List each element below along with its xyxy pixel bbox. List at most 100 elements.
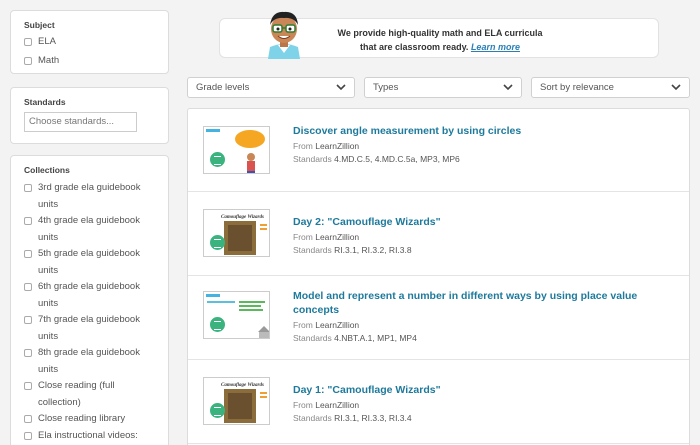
collection-label: Close reading (full collection) xyxy=(38,380,115,408)
banner-line-1: We provide high-quality math and ELA cur… xyxy=(337,28,543,38)
standards-title: Standards xyxy=(24,97,66,107)
banner-line-2: that are classroom ready. Learn more xyxy=(327,40,553,54)
result-thumbnail[interactable] xyxy=(203,291,270,339)
banner-line-2-text: that are classroom ready. xyxy=(360,42,469,52)
from-value: LearnZillion xyxy=(315,400,360,410)
standards-label: Standards xyxy=(293,413,332,423)
result-title[interactable]: Day 1: "Camouflage Wizards" xyxy=(293,383,673,397)
thumb-heading: Camouflage Wizards xyxy=(221,383,264,388)
subject-title: Subject xyxy=(24,20,55,30)
collections-filter-panel: Collections 3rd grade ela guidebook unit… xyxy=(10,155,169,445)
subject-option-ela[interactable]: ELA xyxy=(24,34,155,51)
checkbox[interactable] xyxy=(24,217,32,225)
collection-label: 6th grade ela guidebook units xyxy=(38,281,140,309)
result-thumbnail[interactable]: Camouflage Wizards xyxy=(203,209,270,257)
collection-item[interactable]: 6th grade ela guidebook units xyxy=(24,279,155,312)
from-value: LearnZillion xyxy=(315,141,360,151)
standards-value: 4.MD.C.5, 4.MD.C.5a, MP3, MP6 xyxy=(334,154,460,164)
standards-label: Standards xyxy=(293,333,332,343)
result-source: From LearnZillion xyxy=(293,231,359,243)
result-thumbnail[interactable] xyxy=(203,126,270,174)
result-standards: Standards 4.MD.C.5, 4.MD.C.5a, MP3, MP6 xyxy=(293,153,460,165)
checkbox[interactable] xyxy=(24,431,32,440)
sort-dropdown[interactable]: Sort by relevance xyxy=(531,77,690,98)
lesson-preview-image: Camouflage Wizards xyxy=(221,383,267,423)
standards-filter-panel: Standards Choose standards... xyxy=(10,87,169,144)
dropdown-label: Types xyxy=(373,82,399,93)
checkbox-label: ELA xyxy=(38,36,56,47)
collection-label: Ela instructional videos: writealong and… xyxy=(38,429,138,441)
collection-label: 5th grade ela guidebook units xyxy=(38,248,140,276)
lesson-preview-image: Camouflage Wizards xyxy=(221,215,267,255)
checkbox-label: Math xyxy=(38,54,60,66)
result-thumbnail[interactable]: Camouflage Wizards xyxy=(203,377,270,425)
result-item[interactable]: Discover angle measurement by using circ… xyxy=(188,109,689,192)
chevron-down-icon xyxy=(671,84,681,91)
collection-label: Close reading library xyxy=(38,413,126,424)
checkbox[interactable] xyxy=(24,415,32,423)
collection-label: 8th grade ela guidebook units xyxy=(38,347,140,375)
result-item[interactable]: Camouflage Wizards Day 1: "Camouflage Wi… xyxy=(188,361,689,444)
subject-filter-panel: Subject ELA Math xyxy=(10,10,169,74)
collection-label: 7th grade ela guidebook units xyxy=(38,314,140,342)
standards-value: RI.3.1, RI.3.2, RI.3.8 xyxy=(334,245,412,255)
checkbox[interactable] xyxy=(24,38,32,46)
collection-item[interactable]: Close reading (full collection) xyxy=(24,378,155,411)
lesson-preview-image xyxy=(206,129,265,173)
checkbox[interactable] xyxy=(24,56,32,65)
standards-value: 4.NBT.A.1, MP1, MP4 xyxy=(334,333,417,343)
checkbox[interactable] xyxy=(24,250,32,258)
result-standards: Standards 4.NBT.A.1, MP1, MP4 xyxy=(293,332,417,344)
result-item[interactable]: Camouflage Wizards Day 2: "Camouflage Wi… xyxy=(188,193,689,276)
from-label: From xyxy=(293,232,313,242)
result-source: From LearnZillion xyxy=(293,319,359,331)
checkbox[interactable] xyxy=(24,184,32,192)
collection-label: 4th grade ela guidebook units xyxy=(38,215,140,243)
lesson-badge-icon xyxy=(210,403,225,418)
dropdown-label: Grade levels xyxy=(196,82,250,93)
from-value: LearnZillion xyxy=(315,320,360,330)
collection-item[interactable]: Ela instructional videos: writealong and… xyxy=(24,428,155,445)
standards-value: RI.3.1, RI.3.3, RI.3.4 xyxy=(334,413,412,423)
collection-item[interactable]: 4th grade ela guidebook units xyxy=(24,213,155,246)
lesson-preview-image xyxy=(206,294,269,338)
types-dropdown[interactable]: Types xyxy=(364,77,522,98)
standards-input[interactable]: Choose standards... xyxy=(24,112,137,132)
collection-item[interactable]: 5th grade ela guidebook units xyxy=(24,246,155,279)
chevron-down-icon xyxy=(503,84,513,91)
result-item[interactable]: Model and represent a number in differen… xyxy=(188,277,689,360)
collection-item[interactable]: 7th grade ela guidebook units xyxy=(24,312,155,345)
result-title[interactable]: Model and represent a number in differen… xyxy=(293,289,673,317)
from-label: From xyxy=(293,400,313,410)
checkbox[interactable] xyxy=(24,283,32,291)
standards-label: Standards xyxy=(293,154,332,164)
collection-label: 3rd grade ela guidebook units xyxy=(38,182,141,210)
collection-item[interactable]: 8th grade ela guidebook units xyxy=(24,345,155,378)
from-label: From xyxy=(293,141,313,151)
checkbox[interactable] xyxy=(24,349,32,357)
lesson-badge-icon xyxy=(210,235,225,250)
dropdown-label: Sort by relevance xyxy=(540,82,614,93)
lesson-badge-icon xyxy=(210,152,225,167)
chevron-down-icon xyxy=(336,84,346,91)
result-source: From LearnZillion xyxy=(293,399,359,411)
collection-item[interactable]: 3rd grade ela guidebook units xyxy=(24,180,155,213)
result-standards: Standards RI.3.1, RI.3.2, RI.3.8 xyxy=(293,244,412,256)
lesson-badge-icon xyxy=(210,317,225,332)
standards-label: Standards xyxy=(293,245,332,255)
checkbox[interactable] xyxy=(24,316,32,324)
result-source: From LearnZillion xyxy=(293,140,359,152)
subject-option-math[interactable]: Math xyxy=(24,53,155,70)
teacher-mascot-illustration xyxy=(268,11,300,59)
results-list: Discover angle measurement by using circ… xyxy=(187,108,690,445)
result-title[interactable]: Discover angle measurement by using circ… xyxy=(293,124,673,138)
thumb-heading: Camouflage Wizards xyxy=(221,215,264,220)
learn-more-link[interactable]: Learn more xyxy=(471,42,520,52)
grade-levels-dropdown[interactable]: Grade levels xyxy=(187,77,355,98)
checkbox[interactable] xyxy=(24,382,32,390)
from-label: From xyxy=(293,320,313,330)
result-title[interactable]: Day 2: "Camouflage Wizards" xyxy=(293,215,673,229)
collection-item[interactable]: Close reading library xyxy=(24,411,155,428)
promo-banner: We provide high-quality math and ELA cur… xyxy=(219,11,659,59)
banner-text: We provide high-quality math and ELA cur… xyxy=(327,26,553,54)
